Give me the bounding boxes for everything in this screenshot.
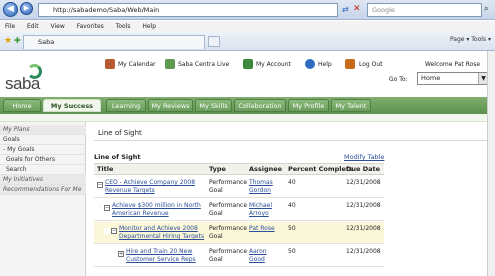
my-calendar-link[interactable]: My Calendar bbox=[118, 61, 156, 68]
expand-icon[interactable]: + bbox=[118, 251, 124, 257]
tab-home[interactable]: Home bbox=[3, 99, 41, 112]
back-button[interactable]: ◀ bbox=[3, 2, 18, 17]
section-label: Line of Sight bbox=[94, 153, 141, 161]
tab-my-success-plan[interactable]: My Success Plan bbox=[43, 99, 101, 122]
browser-tab-bar: ★ ✚ Saba Page ▾ Tools ▾ bbox=[0, 32, 495, 51]
percent-complete: 40 bbox=[288, 202, 296, 209]
tree-connector-icon: · bbox=[104, 228, 110, 234]
column-title[interactable]: Title bbox=[97, 164, 113, 175]
percent-complete: 40 bbox=[288, 179, 296, 186]
calendar-icon bbox=[105, 59, 115, 69]
browser-search-input[interactable]: Google bbox=[367, 3, 482, 17]
toolbar-right[interactable]: Page ▾ Tools ▾ bbox=[450, 36, 491, 43]
assignee-link[interactable]: Aaron Good bbox=[249, 248, 267, 264]
modify-table-link[interactable]: Modify Table bbox=[344, 153, 384, 161]
tab-my-skills[interactable]: My Skills bbox=[195, 99, 232, 112]
sidebar: My Plans Goals - My Goals Goals for Othe… bbox=[0, 122, 86, 276]
add-favorite-icon[interactable]: ✚ bbox=[14, 36, 21, 45]
help-icon bbox=[305, 59, 315, 69]
browser-tab-saba[interactable]: Saba bbox=[23, 35, 205, 49]
page-title: Line of Sight bbox=[98, 129, 142, 137]
percent-complete: 50 bbox=[288, 225, 296, 232]
assignee-link[interactable]: Thomas Gordon bbox=[249, 179, 273, 195]
goal-type: Performance Goal bbox=[209, 179, 248, 194]
due-date: 12/31/2008 bbox=[346, 202, 381, 209]
goal-title-link[interactable]: Hire and Train 20 New Customer Service Re… bbox=[126, 248, 196, 264]
menu-help[interactable]: Help bbox=[142, 23, 156, 30]
saba-centra-live-link[interactable]: Saba Centra Live bbox=[178, 61, 229, 68]
centra-icon bbox=[165, 59, 175, 69]
column-percent-complete[interactable]: Percent Complete bbox=[288, 164, 353, 175]
sidebar-item-my-plans[interactable]: My Plans bbox=[0, 125, 86, 135]
tab-my-profile[interactable]: My Profile bbox=[288, 99, 329, 112]
table-row: − CEO - Achieve Company 2008 Revenue Targ… bbox=[94, 176, 384, 198]
welcome-text: Welcome Pat Rose bbox=[425, 61, 481, 68]
goal-type: Performance Goal bbox=[209, 225, 248, 240]
help-link[interactable]: Help bbox=[318, 61, 332, 68]
goal-type: Performance Goal bbox=[209, 248, 248, 263]
percent-complete: 50 bbox=[288, 248, 296, 255]
tab-my-reviews[interactable]: My Reviews bbox=[148, 99, 193, 112]
assignee-link[interactable]: Michael Arroyo bbox=[249, 202, 272, 218]
menu-file[interactable]: File bbox=[5, 23, 15, 30]
goal-title-link[interactable]: Achieve $300 million in North American Re… bbox=[112, 202, 201, 218]
logout-icon bbox=[345, 59, 355, 69]
menu-bar: File Edit View Favorites Tools Help bbox=[0, 21, 495, 32]
stop-icon[interactable]: ✕ bbox=[353, 4, 363, 15]
new-tab-button[interactable] bbox=[208, 36, 220, 47]
table-header: Title Type Assignee Percent Complete Due… bbox=[94, 163, 384, 175]
collapse-icon[interactable]: − bbox=[97, 182, 103, 188]
sidebar-item-goals-for-others[interactable]: Goals for Others bbox=[0, 155, 86, 165]
assignee-link[interactable]: Pat Rose bbox=[249, 225, 275, 233]
tab-learning[interactable]: Learning bbox=[106, 99, 146, 112]
tab-my-talent[interactable]: My Talent bbox=[331, 99, 371, 112]
browser-address-bar: ◀ ▶ http://sabademo/Saba/Web/Main ⇄ ✕ Go… bbox=[0, 0, 495, 20]
forward-button[interactable]: ▶ bbox=[20, 2, 33, 15]
column-due-date[interactable]: Due Date bbox=[346, 164, 380, 175]
menu-favorites[interactable]: Favorites bbox=[77, 23, 104, 30]
my-account-link[interactable]: My Account bbox=[256, 61, 291, 68]
url-input[interactable]: http://sabademo/Saba/Web/Main bbox=[38, 3, 338, 17]
page-scrollbar[interactable] bbox=[487, 51, 495, 276]
collapse-icon[interactable]: − bbox=[111, 228, 117, 234]
collapse-icon[interactable]: − bbox=[104, 205, 110, 211]
favorites-star-icon[interactable]: ★ bbox=[4, 36, 12, 46]
sidebar-item-recommendations[interactable]: Recommendations For Me bbox=[0, 185, 86, 195]
saba-logo: saba bbox=[5, 74, 40, 93]
goal-type: Performance Goal bbox=[209, 202, 248, 217]
sidebar-item-goals[interactable]: Goals bbox=[0, 135, 86, 145]
menu-view[interactable]: View bbox=[51, 23, 65, 30]
table-row: · + Hire and Train 20 New Customer Servic… bbox=[94, 245, 384, 267]
menu-edit[interactable]: Edit bbox=[27, 23, 39, 30]
column-type[interactable]: Type bbox=[209, 164, 226, 175]
tree-connector-icon: · bbox=[111, 251, 117, 257]
goto-select[interactable]: Home ▼ bbox=[417, 72, 489, 85]
table-row: · − Monitor and Achieve 2008 Departmental… bbox=[94, 222, 384, 244]
due-date: 12/31/2008 bbox=[346, 225, 381, 232]
search-icon[interactable]: ⌕ bbox=[484, 4, 488, 14]
goal-title-link[interactable]: CEO - Achieve Company 2008 Revenue Target… bbox=[105, 179, 195, 195]
tab-collaboration[interactable]: Collaboration bbox=[234, 99, 286, 112]
account-icon bbox=[243, 59, 253, 69]
sidebar-item-my-goals[interactable]: - My Goals bbox=[0, 145, 86, 155]
sidebar-item-my-initiatives[interactable]: My Initiatives bbox=[0, 175, 86, 185]
menu-tools[interactable]: Tools bbox=[116, 23, 131, 30]
title-divider bbox=[94, 140, 495, 141]
due-date: 12/31/2008 bbox=[346, 179, 381, 186]
sub-nav-bar bbox=[0, 114, 495, 122]
goto-label: Go To: bbox=[389, 76, 408, 83]
tree-connector-icon: · bbox=[97, 205, 103, 211]
sidebar-item-search[interactable]: Search bbox=[0, 165, 86, 175]
goal-title-link[interactable]: Monitor and Achieve 2008 Departmental Hir… bbox=[119, 225, 204, 241]
go-arrow-icon[interactable]: ⇄ bbox=[342, 5, 350, 15]
column-assignee[interactable]: Assignee bbox=[249, 164, 282, 175]
log-out-link[interactable]: Log Out bbox=[359, 61, 383, 68]
due-date: 12/31/2008 bbox=[346, 248, 381, 255]
table-row: · − Achieve $300 million in North America… bbox=[94, 199, 384, 221]
